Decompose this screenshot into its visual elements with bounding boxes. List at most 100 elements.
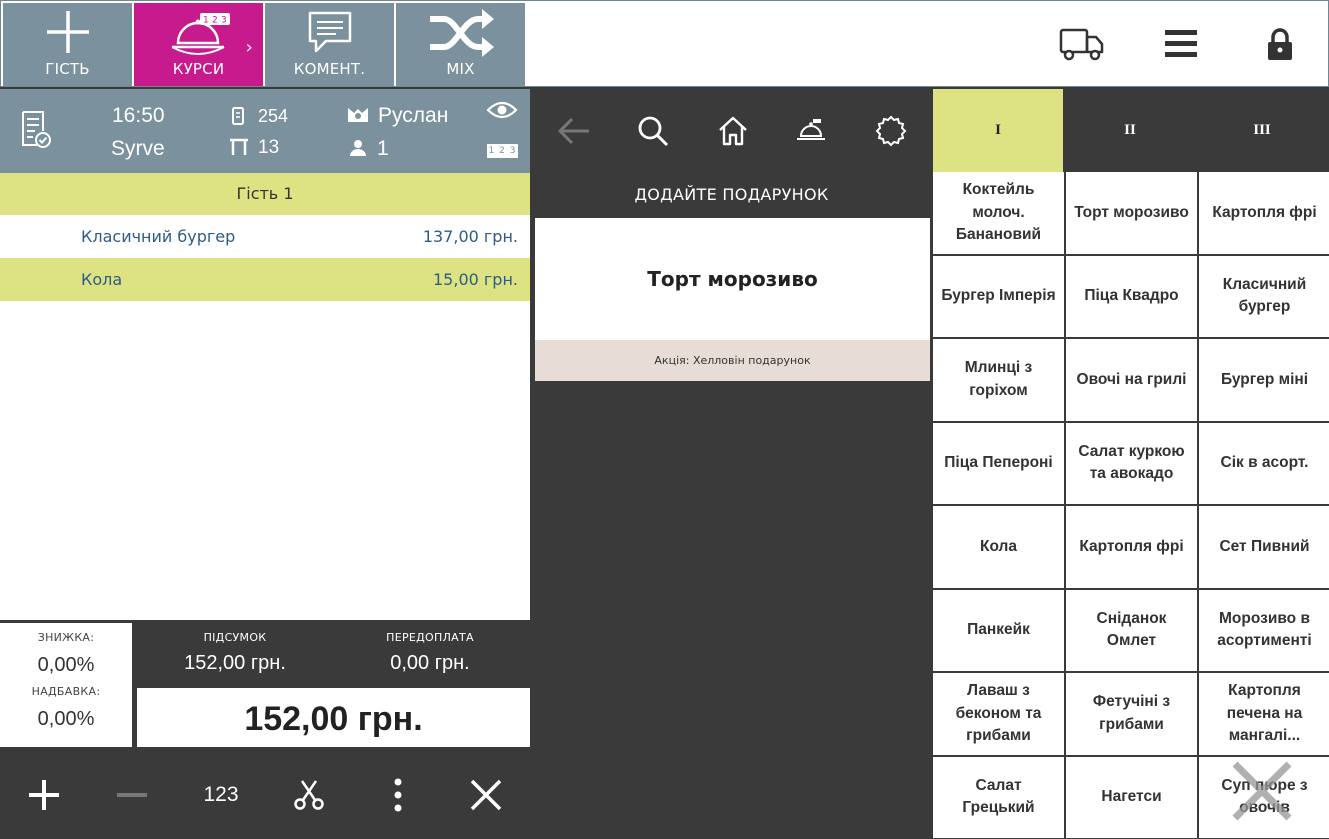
restaurant-name: Syrve — [111, 137, 165, 160]
product-tile[interactable]: Нагетси — [1066, 756, 1197, 838]
menu-navigation-toolbar — [533, 89, 930, 173]
order-item-name: Кола — [81, 270, 123, 289]
guest-count-icon — [350, 140, 366, 156]
cloche-dish-icon[interactable] — [795, 116, 827, 146]
courses-badge: 1 2 3 — [203, 16, 227, 26]
courses-button[interactable]: 1 2 3 › КУРСИ — [134, 3, 263, 86]
courses-label: КУРСИ — [172, 60, 225, 78]
subtotal-panel: ПІДСУМОК 152,00 грн. ПЕРЕДОПЛАТА 0,00 гр… — [135, 623, 530, 687]
add-guest-button[interactable]: ГІСТЬ — [3, 3, 132, 86]
gift-title: ДОДАЙТЕ ПОДАРУНОК — [634, 185, 829, 204]
order-item-price: 137,00 грн. — [422, 227, 518, 246]
order-header: 16:50 Syrve 254 13 Руслан 1 1 2 3 — [0, 89, 530, 173]
tab-course-1[interactable]: I — [933, 89, 1063, 172]
delete-item-button[interactable] — [442, 750, 530, 839]
product-tile[interactable]: Салат куркою та авокадо — [1066, 422, 1197, 504]
order-item-price: 15,00 грн. — [433, 270, 518, 289]
scissors-icon — [294, 779, 324, 810]
product-tile[interactable]: Торт морозиво — [1066, 172, 1197, 254]
close-icon — [470, 779, 502, 810]
delivery-truck-icon[interactable] — [1059, 27, 1105, 61]
product-tile[interactable]: Сік в асорт. — [1199, 422, 1329, 504]
home-icon[interactable] — [717, 115, 749, 147]
more-options-button[interactable] — [354, 750, 442, 839]
product-grid: Коктейль молоч. Банановий Торт морозиво … — [932, 172, 1329, 839]
lock-icon[interactable] — [1267, 27, 1293, 61]
product-tile[interactable]: Піца Пепероні — [933, 422, 1064, 504]
mix-button[interactable]: MIX — [396, 3, 525, 86]
prepayment-value: 0,00 грн. — [390, 652, 470, 674]
product-tile[interactable]: Панкейк — [933, 589, 1064, 671]
markup-label: НАДБАВКА: — [31, 685, 101, 698]
order-item-list: Класичний бургер 137,00 грн. Кола 15,00 … — [0, 215, 530, 620]
tab-course-3[interactable]: III — [1197, 89, 1327, 172]
table-number: 13 — [258, 137, 280, 158]
comment-icon — [308, 11, 351, 53]
product-tile[interactable]: Овочі на грилі — [1066, 339, 1197, 421]
eye-icon[interactable] — [486, 99, 518, 121]
product-tile[interactable]: Класичний бургер — [1199, 255, 1329, 337]
gift-item-card[interactable]: Торт морозиво — [535, 218, 930, 340]
more-vertical-icon — [394, 778, 402, 811]
tab-course-2[interactable]: II — [1065, 89, 1195, 172]
quantity-button[interactable]: 123 — [177, 750, 265, 839]
plus-icon — [29, 779, 59, 810]
product-tile[interactable]: Кола — [933, 506, 1064, 588]
order-item-name: Класичний бургер — [81, 227, 236, 246]
discount-label: ЗНИЖКА: — [37, 631, 95, 644]
product-tile[interactable]: Коктейль молоч. Банановий — [933, 172, 1064, 254]
product-tile[interactable]: Піца Квадро — [1066, 255, 1197, 337]
increase-quantity-button[interactable] — [0, 750, 88, 839]
cloche-courses-icon: 1 2 3 — [171, 13, 230, 55]
order-time: 16:50 — [112, 104, 165, 127]
product-tile[interactable]: Бургер Імперія — [933, 255, 1064, 337]
order-checklist-icon[interactable] — [20, 109, 52, 149]
product-tile[interactable]: Картопля печена на мангалі... — [1199, 673, 1329, 755]
product-tile[interactable]: Бургер міні — [1199, 339, 1329, 421]
product-tile[interactable]: Картопля фрі — [1066, 506, 1197, 588]
order-actions-bar: 123 — [0, 750, 530, 839]
waiter-name: Руслан — [378, 104, 449, 127]
badge-icon[interactable] — [875, 115, 907, 147]
search-icon[interactable] — [637, 115, 669, 147]
order-item-selected[interactable]: Кола 15,00 грн. — [0, 258, 530, 301]
comment-button[interactable]: КОМЕНТ. — [265, 3, 394, 86]
mix-label: MIX — [446, 60, 475, 78]
shuffle-icon — [429, 9, 494, 57]
guest-count: 1 — [377, 137, 389, 160]
add-guest-label: ГІСТЬ — [45, 60, 90, 78]
minus-icon — [117, 792, 147, 797]
product-tile[interactable]: Морозиво в асортименті — [1199, 589, 1329, 671]
guest-header[interactable]: Гість 1 — [0, 173, 530, 215]
back-arrow-icon[interactable] — [557, 117, 591, 145]
table-icon — [230, 138, 248, 155]
course-numbers-badge[interactable]: 1 2 3 — [487, 144, 518, 158]
discount-markup-panel[interactable]: ЗНИЖКА: 0,00% НАДБАВКА: 0,00% — [0, 623, 132, 747]
product-tile[interactable]: Млинці з горіхом — [933, 339, 1064, 421]
discount-value: 0,00% — [37, 654, 95, 676]
order-item[interactable]: Класичний бургер 137,00 грн. — [0, 215, 530, 258]
product-tile[interactable]: Картопля фрі — [1199, 172, 1329, 254]
menu-icon[interactable] — [1165, 28, 1197, 60]
receipt-icon — [232, 107, 244, 125]
waiter-icon — [348, 108, 368, 122]
subtotal-value: 152,00 грн. — [184, 652, 286, 674]
product-tile[interactable]: Лаваш з беконом та грибами — [933, 673, 1064, 755]
promo-label: Акція: Хелловін подарунок — [535, 340, 930, 381]
close-overlay-icon[interactable] — [1229, 758, 1295, 824]
markup-value: 0,00% — [37, 708, 95, 730]
product-tile[interactable]: Салат Грецький — [933, 756, 1064, 838]
decrease-quantity-button[interactable] — [88, 750, 176, 839]
prepayment-label: ПЕРЕДОПЛАТА — [386, 631, 474, 644]
order-total: 152,00 грн. — [137, 688, 530, 747]
chevron-right-icon: › — [245, 37, 253, 58]
plus-icon — [46, 11, 89, 53]
order-number: 254 — [258, 106, 289, 126]
top-toolbar: ГІСТЬ 1 2 3 › КУРСИ КОМЕНТ. MIX — [0, 0, 1329, 87]
product-tile[interactable]: Фетучіні з грибами — [1066, 673, 1197, 755]
subtotal-label: ПІДСУМОК — [203, 631, 267, 644]
product-tile[interactable]: Сніданок Омлет — [1066, 589, 1197, 671]
comment-label: КОМЕНТ. — [293, 60, 366, 78]
product-tile[interactable]: Сет Пивний — [1199, 506, 1329, 588]
split-button[interactable] — [265, 750, 353, 839]
